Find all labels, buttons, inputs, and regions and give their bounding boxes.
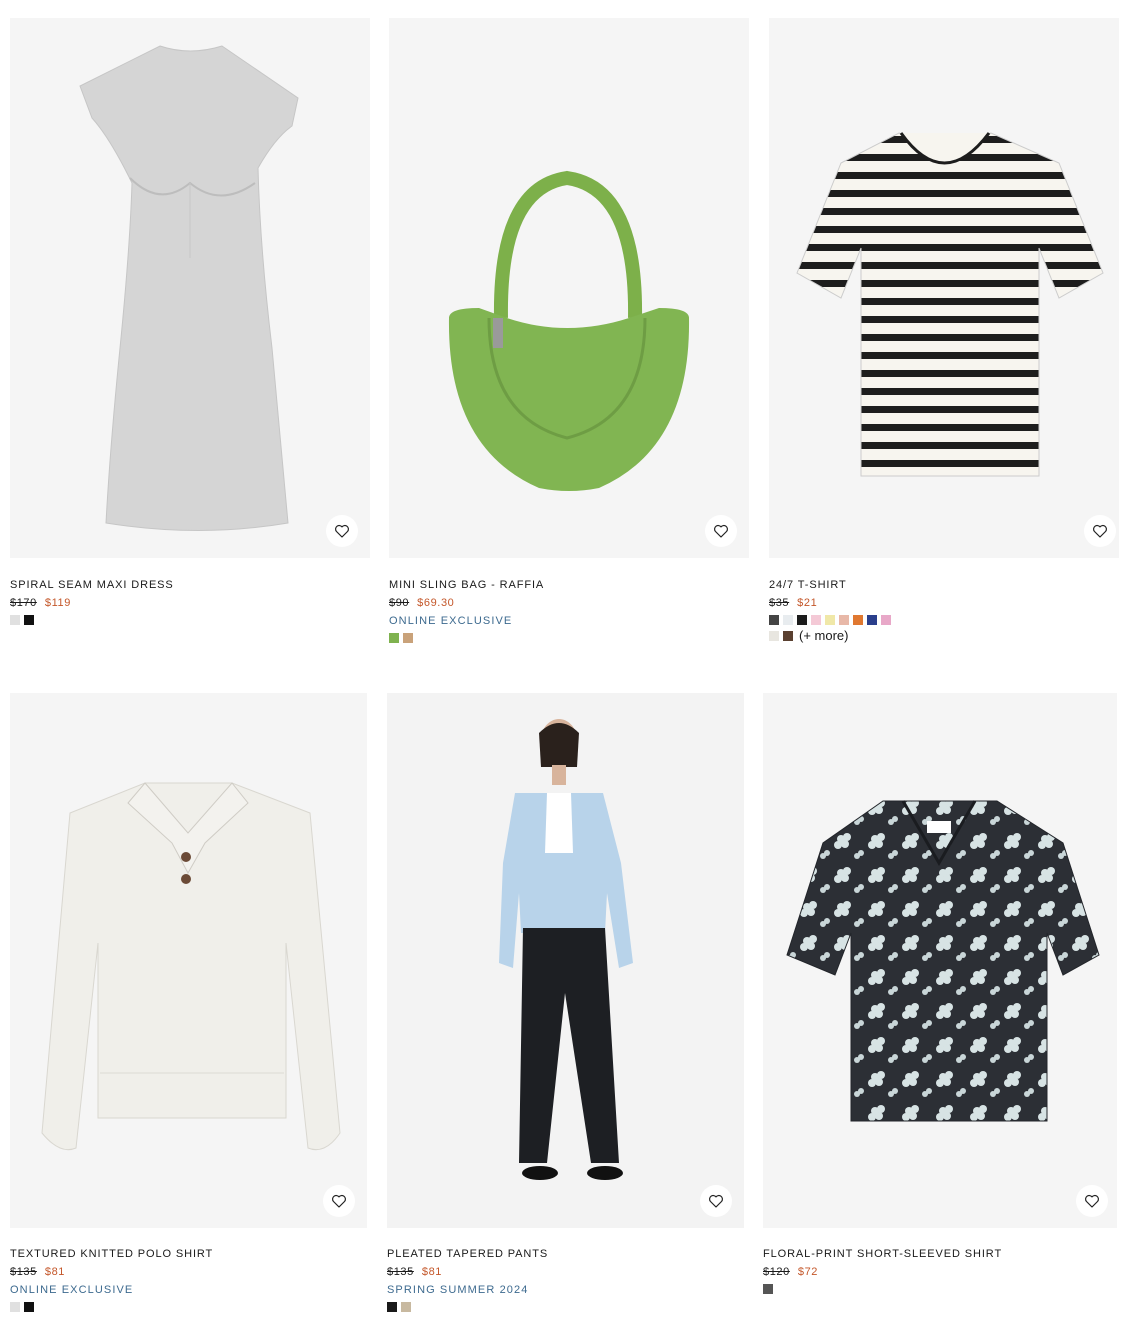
product-image[interactable]	[389, 18, 749, 558]
product-card[interactable]: PLEATED TAPERED PANTS $135 $81 SPRING SUM…	[387, 693, 744, 1318]
color-swatch[interactable]	[853, 615, 863, 625]
product-name[interactable]: MINI SLING BAG - RAFFIA	[389, 578, 749, 592]
color-swatches	[10, 1302, 160, 1312]
heart-icon	[332, 1194, 346, 1208]
heart-icon	[1085, 1194, 1099, 1208]
product-image[interactable]	[10, 693, 367, 1228]
sale-price: $81	[421, 1266, 443, 1278]
original-price: $135	[387, 1266, 414, 1278]
product-image[interactable]	[769, 18, 1119, 558]
product-image[interactable]	[387, 693, 744, 1228]
model-pants-image	[499, 719, 633, 1180]
product-name[interactable]: 24/7 T-SHIRT	[769, 578, 1119, 592]
favorite-button[interactable]	[1084, 515, 1116, 547]
heart-icon	[714, 524, 728, 538]
sale-price: $81	[44, 1266, 66, 1278]
color-swatches	[763, 1284, 913, 1294]
product-name[interactable]: FLORAL-PRINT SHORT-SLEEVED SHIRT	[763, 1247, 1117, 1261]
product-name[interactable]: PLEATED TAPERED PANTS	[387, 1247, 744, 1261]
heart-icon	[1093, 524, 1107, 538]
color-swatches	[10, 615, 160, 625]
striped-tshirt-image	[796, 132, 1104, 477]
color-swatch[interactable]	[769, 631, 779, 641]
original-price: $170	[10, 597, 37, 609]
bag-image	[448, 170, 690, 491]
favorite-button[interactable]	[1076, 1185, 1108, 1217]
color-swatch[interactable]	[401, 1302, 411, 1312]
product-price: $90 $69.30	[389, 596, 749, 610]
color-swatch[interactable]	[389, 633, 399, 643]
product-card[interactable]: MINI SLING BAG - RAFFIA $90 $69.30 ONLINE…	[389, 18, 749, 648]
product-card[interactable]: FLORAL-PRINT SHORT-SLEEVED SHIRT $120 $72	[763, 693, 1117, 1318]
sale-price: $69.30	[417, 597, 455, 609]
color-swatch[interactable]	[825, 615, 835, 625]
color-swatches	[387, 1302, 537, 1312]
badge-collection: SPRING SUMMER 2024	[387, 1284, 529, 1296]
favorite-button[interactable]	[323, 1185, 355, 1217]
badge-online-exclusive: ONLINE EXCLUSIVE	[10, 1284, 134, 1296]
sale-price: $119	[44, 597, 71, 609]
color-swatch[interactable]	[783, 615, 793, 625]
product-price: $135 $81	[387, 1265, 744, 1279]
color-swatch[interactable]	[763, 1284, 773, 1294]
product-card[interactable]: SPIRAL SEAM MAXI DRESS $170 $119	[10, 18, 370, 648]
product-name[interactable]: SPIRAL SEAM MAXI DRESS	[10, 578, 370, 592]
product-name[interactable]: TEXTURED KNITTED POLO SHIRT	[10, 1247, 367, 1261]
color-swatch[interactable]	[24, 615, 34, 625]
color-swatch[interactable]	[811, 615, 821, 625]
original-price: $135	[10, 1266, 37, 1278]
product-card[interactable]: 24/7 T-SHIRT $35 $21 (+ more)	[769, 18, 1119, 668]
product-price: $170 $119	[10, 596, 370, 610]
heart-icon	[709, 1194, 723, 1208]
sale-price: $21	[797, 597, 818, 609]
favorite-button[interactable]	[326, 515, 358, 547]
color-swatch[interactable]	[387, 1302, 397, 1312]
original-price: $35	[769, 597, 790, 609]
color-swatch[interactable]	[797, 615, 807, 625]
favorite-button[interactable]	[705, 515, 737, 547]
color-swatch[interactable]	[403, 633, 413, 643]
color-swatch[interactable]	[769, 615, 779, 625]
product-price: $120 $72	[763, 1265, 1117, 1279]
color-swatch[interactable]	[881, 615, 891, 625]
color-swatch[interactable]	[24, 1302, 34, 1312]
color-swatches	[389, 633, 539, 643]
color-swatch[interactable]	[10, 615, 20, 625]
dress-image	[79, 45, 299, 531]
product-image[interactable]	[763, 693, 1117, 1228]
color-swatch[interactable]	[867, 615, 877, 625]
product-price: $35 $21	[769, 596, 1119, 610]
sale-price: $72	[797, 1266, 819, 1278]
color-swatch[interactable]	[10, 1302, 20, 1312]
product-price: $135 $81	[10, 1265, 367, 1279]
color-swatches: (+ more)	[769, 615, 919, 643]
heart-icon	[335, 524, 349, 538]
product-image[interactable]	[10, 18, 370, 558]
favorite-button[interactable]	[700, 1185, 732, 1217]
more-colors-link[interactable]: (+ more)	[799, 629, 848, 643]
color-swatch[interactable]	[839, 615, 849, 625]
color-swatch[interactable]	[783, 631, 793, 641]
original-price: $120	[763, 1266, 790, 1278]
floral-shirt-image	[786, 800, 1100, 1122]
badge-online-exclusive: ONLINE EXCLUSIVE	[389, 615, 513, 627]
original-price: $90	[389, 597, 410, 609]
product-card[interactable]: TEXTURED KNITTED POLO SHIRT $135 $81 ONLI…	[10, 693, 367, 1318]
polo-sweater-image	[41, 782, 341, 1151]
